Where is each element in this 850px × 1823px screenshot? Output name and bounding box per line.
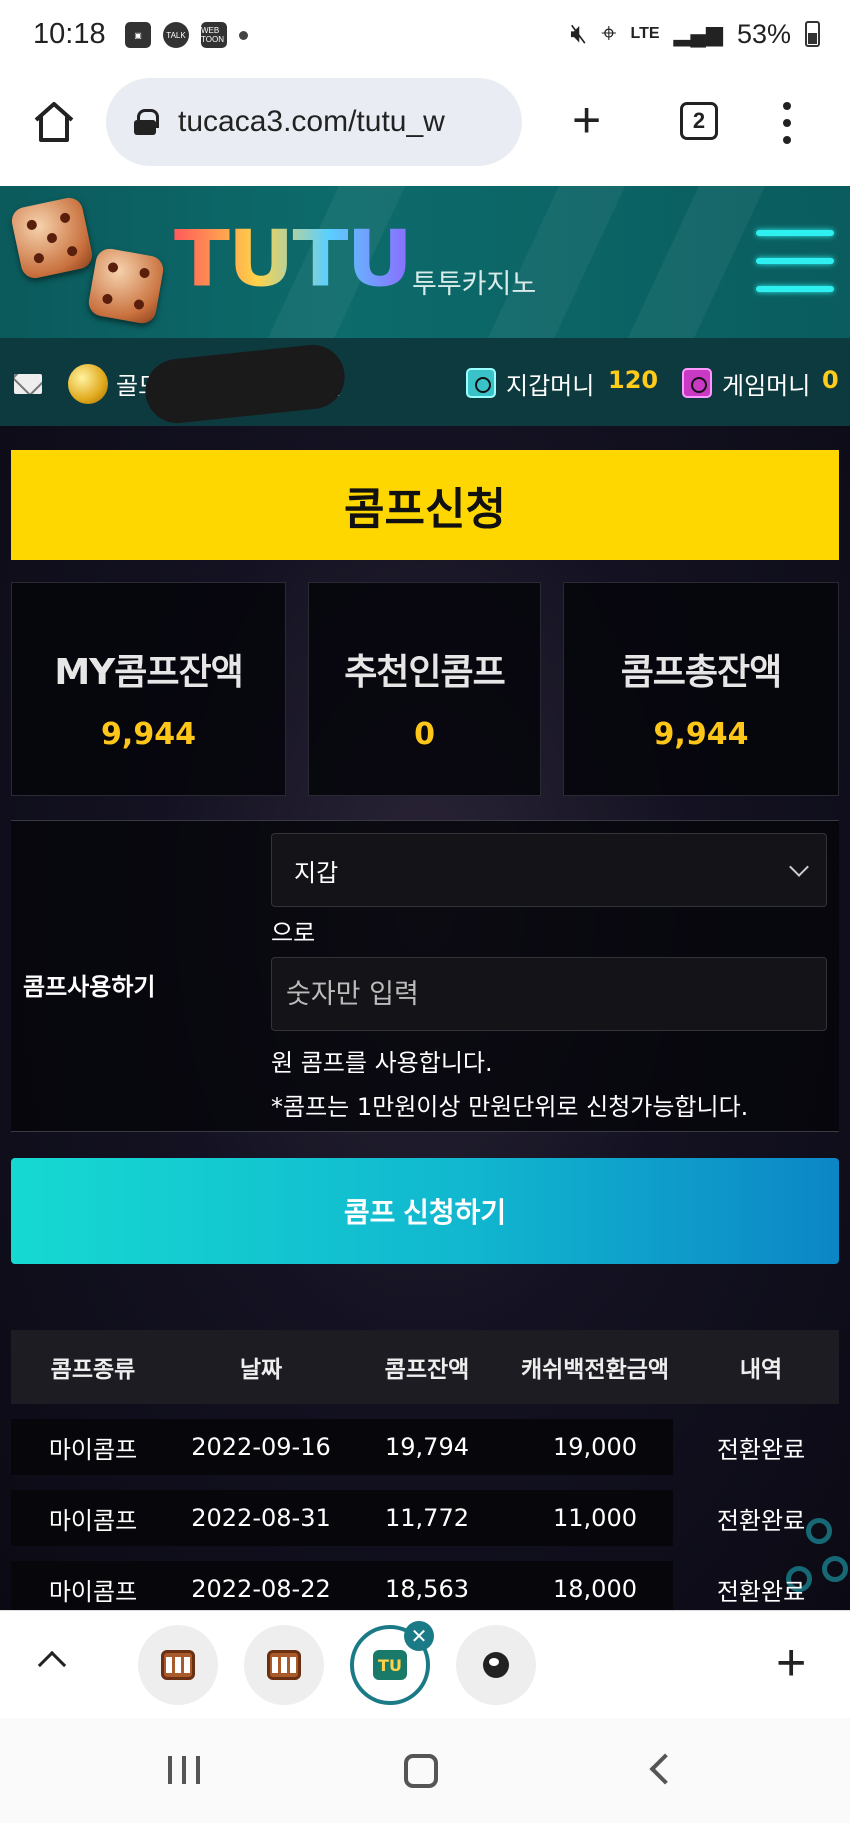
back-icon[interactable] (649, 1753, 681, 1785)
column-header: 내역 (739, 1357, 783, 1383)
table-cell: 18,563 (385, 1575, 469, 1603)
column-header: 콤프종류 (50, 1357, 136, 1383)
wallet-icon (466, 368, 496, 398)
table-row: 마이콤프 2022-08-31 11,772 11,000 전환완료 (11, 1490, 839, 1546)
table-row: 마이콤프 2022-09-16 19,794 19,000 전환완료 (11, 1419, 839, 1475)
comp-use-form: 콤프사용하기 지갑 으로 원 콤프를 사용합니다. *콤프는 1만원이상 만원단… (11, 820, 839, 1132)
tutu-site-icon: TU (373, 1650, 407, 1680)
home-icon[interactable] (30, 98, 78, 146)
won-text: 원 콤프를 사용합니다. (271, 1049, 493, 1077)
amount-input[interactable] (271, 957, 827, 1031)
table-cell: 19,000 (553, 1433, 637, 1461)
stat-value: 9,944 (101, 717, 196, 752)
notification-icons: ▣ TALK WEB TOON (125, 22, 248, 48)
site-logo-subtitle: 투투카지노 (412, 269, 537, 300)
stat-value: 0 (414, 717, 435, 752)
to-text: 으로 (271, 919, 316, 947)
stat-label: 콤프총잔액 (620, 652, 783, 693)
kakaotalk-icon: TALK (163, 22, 189, 48)
table-cell: 마이콤프 (48, 1577, 138, 1606)
form-label: 콤프사용하기 (23, 973, 156, 1001)
comp-submit-button[interactable]: 콤프 신청하기 (11, 1158, 839, 1264)
url-text: tucaca3.com/tutu_w (178, 105, 445, 138)
table-cell: 2022-08-31 (191, 1504, 331, 1532)
table-cell: 11,772 (385, 1504, 469, 1532)
table-row: 마이콤프 2022-08-22 18,563 18,000 전환완료 (11, 1561, 839, 1610)
browser-tab-strip: TU ✕ + (0, 1610, 850, 1718)
table-cell: 11,000 (553, 1504, 637, 1532)
system-navigation-bar (0, 1718, 850, 1823)
table-cell: 마이콤프 (48, 1435, 138, 1464)
user-info-bar: 골드님 지갑머니 120 게임머니 0 (0, 338, 850, 427)
table-cell: 전환완료 (716, 1435, 806, 1464)
status-bar: 10:18 ▣ TALK WEB TOON 🔇︎ ⌖ LTE ▂▄▆ 53% (0, 0, 850, 72)
stat-my-comp: MY콤프잔액 9,944 (11, 582, 286, 796)
recent-apps-icon[interactable] (168, 1756, 200, 1784)
globe-icon (483, 1652, 509, 1678)
chevron-down-icon (789, 857, 809, 877)
clock: 10:18 (33, 18, 106, 50)
column-header: 콤프잔액 (384, 1357, 470, 1383)
wallet-money-label: 지갑머니 (506, 372, 595, 400)
lock-icon (134, 109, 159, 135)
table-cell: 19,794 (385, 1433, 469, 1461)
stat-label: MY콤프잔액 (54, 652, 243, 693)
address-bar[interactable]: tucaca3.com/tutu_w (106, 78, 522, 166)
gallery-icon: ▣ (125, 22, 151, 48)
stat-referral-comp: 추천인콤프 0 (308, 582, 541, 796)
table-cell: 전환완료 (716, 1577, 806, 1606)
hamburger-menu-icon[interactable] (756, 230, 834, 292)
site-logo[interactable]: TUTU (174, 214, 413, 304)
battery-percent: 53% (736, 18, 791, 49)
stat-value: 9,944 (653, 717, 749, 752)
stat-total-comp: 콤프총잔액 9,944 (563, 582, 839, 796)
more-menu-icon[interactable] (780, 102, 794, 144)
redaction-mark (142, 341, 348, 427)
close-tab-icon[interactable]: ✕ (404, 1621, 434, 1651)
table-cell: 2022-09-16 (191, 1433, 331, 1461)
comp-history-table: 콤프종류 날짜 콤프잔액 캐쉬백전환금액 내역 마이콤프 2022-09-16 … (11, 1330, 839, 1610)
page-title: 콤프신청 (11, 450, 839, 560)
site-header: TUTU 투투카지노 (0, 186, 850, 338)
table-cell: 전환완료 (716, 1506, 806, 1535)
column-header: 날짜 (239, 1357, 283, 1383)
table-cell: 마이콤프 (48, 1506, 138, 1535)
network-label: LTE (630, 25, 660, 42)
select-value: 지갑 (294, 858, 339, 887)
battery-icon (805, 21, 820, 47)
game-money-icon (682, 368, 712, 398)
signal-icon: ▂▄▆ (673, 21, 723, 46)
column-header: 캐쉬백전환금액 (520, 1357, 670, 1383)
location-icon: ⌖ (601, 18, 617, 48)
wallet-money-value: 120 (608, 366, 659, 394)
game-money-label: 게임머니 (722, 372, 811, 400)
main-content: 콤프신청 MY콤프잔액 9,944 추천인콤프 0 콤프총잔액 9,944 콤프… (0, 426, 850, 1610)
slot-machine-icon (267, 1650, 301, 1680)
stat-label: 추천인콤프 (344, 652, 506, 693)
add-tab-button[interactable]: + (776, 1633, 806, 1693)
more-notifications-dot (239, 30, 248, 40)
table-cell: 2022-08-22 (191, 1575, 331, 1603)
slot-machine-icon (161, 1650, 195, 1680)
mail-icon[interactable] (14, 374, 42, 394)
table-cell: 18,000 (553, 1575, 637, 1603)
destination-select[interactable]: 지갑 (271, 833, 827, 907)
tab-switcher-button[interactable]: 2 (680, 102, 718, 140)
chevron-up-icon[interactable] (37, 1650, 67, 1680)
level-coin-icon (68, 364, 108, 404)
tab-thumbnail[interactable] (456, 1625, 536, 1705)
home-nav-icon[interactable] (404, 1754, 438, 1788)
webtoon-icon: WEB TOON (201, 22, 227, 48)
tab-thumbnail[interactable] (244, 1625, 324, 1705)
comp-note: *콤프는 1만원이상 만원단위로 신청가능합니다. (271, 1093, 749, 1121)
dice-logo-icon (86, 246, 166, 326)
table-header: 콤프종류 날짜 콤프잔액 캐쉬백전환금액 내역 (11, 1330, 839, 1404)
system-icons: 🔇︎ ⌖ LTE ▂▄▆ 53% (570, 18, 820, 50)
tab-thumbnail[interactable] (138, 1625, 218, 1705)
dice-logo-icon (9, 195, 95, 281)
new-tab-button[interactable]: + (572, 95, 601, 145)
mute-icon: 🔇︎ (570, 18, 588, 48)
game-money-value: 0 (822, 366, 839, 394)
browser-toolbar: tucaca3.com/tutu_w + 2 (0, 72, 850, 186)
